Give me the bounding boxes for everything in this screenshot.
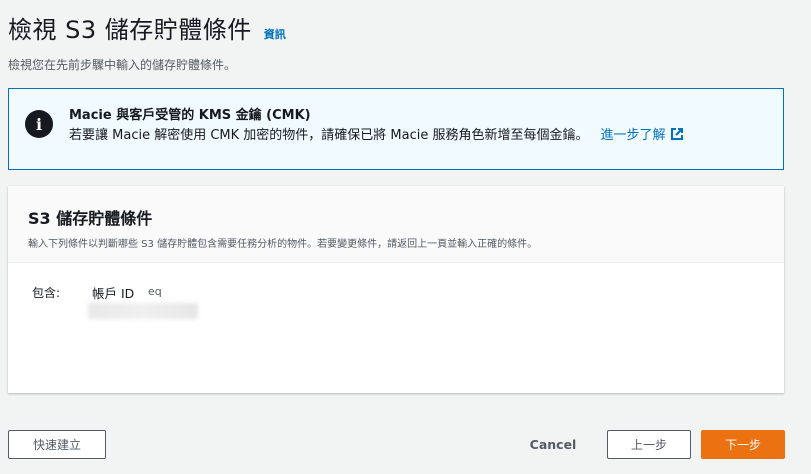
learn-more-link[interactable]: 進一步了解 — [601, 128, 683, 143]
info-icon: i — [25, 110, 53, 138]
page-header: 檢視 S3 儲存貯體條件 資訊 — [8, 10, 286, 45]
info-alert: i Macie 與客戶受管的 KMS 金鑰 (CMK) 若要讓 Macie 解密… — [8, 88, 784, 170]
alert-text-row: 若要讓 Macie 解密使用 CMK 加密的物件，請確保已將 Macie 服務角… — [69, 125, 683, 147]
previous-button[interactable]: 上一步 — [607, 430, 691, 459]
external-link-icon — [670, 128, 683, 140]
card-description: 輸入下列條件以判斷哪些 S3 儲存貯體包含需要任務分析的物件。若要變更條件，請返… — [28, 239, 538, 250]
page-title: 檢視 S3 儲存貯體條件 — [8, 16, 252, 44]
learn-more-label: 進一步了解 — [600, 128, 666, 143]
card-header: S3 儲存貯體條件 輸入下列條件以判斷哪些 S3 儲存貯體包含需要任務分析的物件… — [8, 186, 784, 263]
page-subtitle: 檢視您在先前步驟中輸入的儲存貯體條件。 — [8, 58, 237, 72]
condition-key: 帳戶 ID — [92, 286, 135, 301]
info-link[interactable]: 資訊 — [264, 26, 286, 42]
condition-value-redacted — [88, 303, 198, 319]
cancel-button[interactable]: Cancel — [520, 430, 586, 459]
bucket-criteria-card: S3 儲存貯體條件 輸入下列條件以判斷哪些 S3 儲存貯體包含需要任務分析的物件… — [8, 186, 784, 393]
alert-body: Macie 與客戶受管的 KMS 金鑰 (CMK) 若要讓 Macie 解密使用… — [69, 107, 683, 147]
quick-create-button[interactable]: 快速建立 — [8, 430, 106, 459]
card-title: S3 儲存貯體條件 — [28, 209, 153, 228]
next-button[interactable]: 下一步 — [701, 430, 785, 459]
condition-operator: eq — [148, 285, 162, 298]
alert-title: Macie 與客戶受管的 KMS 金鑰 (CMK) — [69, 108, 311, 123]
alert-text: 若要讓 Macie 解密使用 CMK 加密的物件，請確保已將 Macie 服務角… — [69, 128, 589, 143]
condition-label: 包含: — [32, 286, 61, 300]
